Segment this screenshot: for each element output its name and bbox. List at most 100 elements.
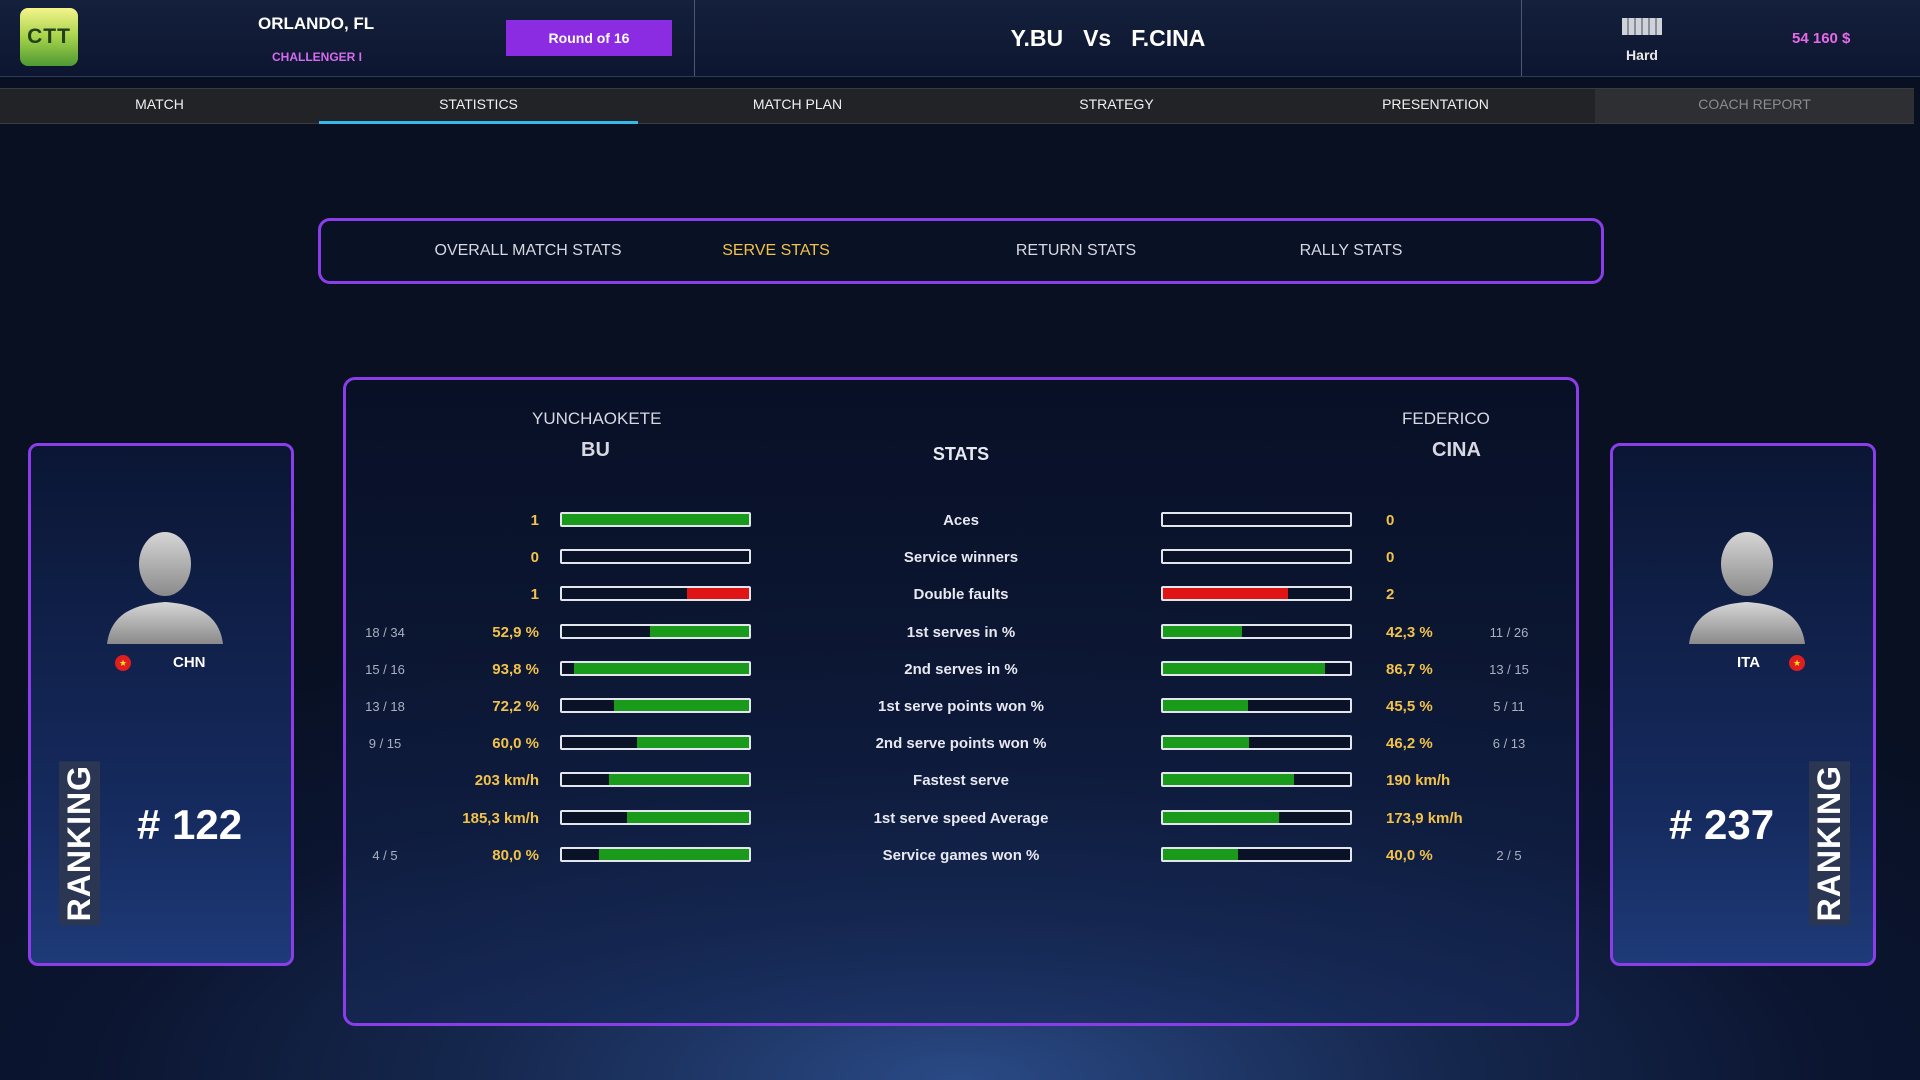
right-stat-value: 2 xyxy=(1386,586,1395,604)
left-stat-bar xyxy=(560,809,751,825)
right-stat-bar xyxy=(1161,698,1352,713)
right-stat-bar xyxy=(1161,735,1352,751)
stat-label: Service games won % xyxy=(882,846,1040,864)
china-flag-icon: ★ xyxy=(115,655,131,671)
left-stat-bar-fill xyxy=(573,662,749,674)
stats-header: STATS xyxy=(932,444,990,464)
tournament-level: CHALLENGER I xyxy=(272,50,362,64)
right-stat-bar-fill xyxy=(1163,662,1326,674)
right-stat-value: 42,3 % xyxy=(1386,623,1433,641)
stat-row: 1 Double faults 2 xyxy=(346,586,1576,606)
left-stat-bar xyxy=(560,698,751,713)
right-stat-value: 190 km/h xyxy=(1386,772,1451,790)
stat-row: 13 / 18 72,2 % 1st serve points won % 45,5 … xyxy=(346,698,1576,718)
game-logo: CTT xyxy=(20,8,78,66)
right-player-last-name: CINA xyxy=(1432,439,1481,461)
player-card-left: ★ CHN RANKING # 122 xyxy=(28,443,294,966)
right-stat-value: 46,2 % xyxy=(1386,735,1433,753)
player-left-short-name: Y.BU xyxy=(1010,24,1064,51)
stat-label: 1st serves in % xyxy=(906,623,1016,641)
right-stat-bar xyxy=(1161,846,1352,862)
player-avatar-icon xyxy=(1689,532,1805,644)
right-stat-bar xyxy=(1161,772,1352,788)
left-stat-value: 93,8 % xyxy=(492,660,539,678)
tournament-city: ORLANDO, FL xyxy=(258,14,375,33)
stat-row: 1 Aces 0 xyxy=(346,512,1576,532)
left-stat-bar xyxy=(560,586,751,602)
left-stat-bar xyxy=(560,772,751,788)
money-balance: 54 160 $ xyxy=(1792,30,1851,47)
left-stat-fraction: 13 / 18 xyxy=(365,699,405,714)
italy-flag-icon: ★ xyxy=(1789,655,1805,671)
player-country: ITA xyxy=(1737,654,1761,671)
player-card-right: ITA ★ # 237 RANKING xyxy=(1610,443,1876,966)
top-bar: CTT ORLANDO, FL CHALLENGER I Round of 16… xyxy=(0,0,1920,77)
left-stat-value: 1 xyxy=(530,586,539,604)
versus-label: Vs xyxy=(1083,24,1112,51)
subtab-serve-stats[interactable]: SERVE STATS xyxy=(701,221,851,281)
left-stat-bar-fill xyxy=(650,625,749,637)
stat-row: 15 / 16 93,8 % 2nd serves in % 86,7 % 13 / 1… xyxy=(346,660,1576,681)
left-stat-fraction: 4 / 5 xyxy=(372,847,398,863)
stat-label: Service winners xyxy=(903,549,1019,567)
stat-label: 1st serve speed Average xyxy=(873,809,1049,827)
right-stat-value: 0 xyxy=(1386,549,1395,567)
right-stat-value: 40,0 % xyxy=(1386,846,1433,864)
tab-statistics[interactable]: STATISTICS xyxy=(319,89,638,124)
right-stat-bar-fill xyxy=(1163,811,1279,823)
stat-row: 185,3 km/h 1st serve speed Average 173,9 k… xyxy=(346,809,1576,830)
player-ranking: # 122 xyxy=(137,801,243,848)
right-stat-bar xyxy=(1161,512,1352,527)
stat-row: 203 km/h Fastest serve 190 km/h xyxy=(346,772,1576,792)
right-stat-value: 86,7 % xyxy=(1386,660,1433,678)
left-stat-bar-fill xyxy=(562,514,749,525)
match-title: Y.BU Vs F.CINA xyxy=(695,0,1521,76)
right-stat-fraction: 6 / 13 xyxy=(1492,736,1526,752)
subtab-overall-match-stats[interactable]: OVERALL MATCH STATS xyxy=(418,221,638,281)
stat-row: 18 / 34 52,9 % 1st serves in % 42,3 % 11 / 2… xyxy=(346,623,1576,644)
right-stat-bar-fill xyxy=(1163,848,1238,860)
right-stat-value: 173,9 km/h xyxy=(1386,809,1463,827)
divider xyxy=(1521,0,1522,76)
player-right-short-name: F.CINA xyxy=(1131,24,1206,51)
right-stat-bar-fill xyxy=(1163,588,1289,600)
left-stat-fraction: 9 / 15 xyxy=(368,736,402,752)
left-stat-bar xyxy=(560,512,751,527)
tab-presentation[interactable]: PRESENTATION xyxy=(1276,89,1595,123)
left-stat-bar xyxy=(560,660,751,676)
subtab-return-stats[interactable]: RETURN STATS xyxy=(1001,221,1151,281)
left-stat-value: 52,9 % xyxy=(492,623,539,641)
stats-subnav: OVERALL MATCH STATS SERVE STATS RETURN S… xyxy=(318,218,1604,284)
round-button[interactable]: Round of 16 xyxy=(506,20,672,56)
left-stat-bar-fill xyxy=(614,700,749,711)
right-stat-value: 0 xyxy=(1386,512,1395,529)
court-surface-icon xyxy=(1622,18,1662,35)
player-avatar-icon xyxy=(107,532,223,644)
stat-label: 1st serve points won % xyxy=(878,698,1044,715)
right-stat-bar xyxy=(1161,623,1352,639)
left-stat-value: 80,0 % xyxy=(492,846,539,864)
right-stat-bar xyxy=(1161,586,1352,602)
left-stat-value: 72,2 % xyxy=(492,698,539,715)
right-stat-bar-fill xyxy=(1163,737,1250,749)
left-stat-bar-fill xyxy=(687,588,749,600)
right-stat-fraction: 5 / 11 xyxy=(1493,699,1525,714)
right-stat-bar-fill xyxy=(1163,625,1243,637)
ranking-label: RANKING xyxy=(59,761,100,926)
right-stat-fraction: 2 / 5 xyxy=(1496,847,1522,863)
tab-strategy[interactable]: STRATEGY xyxy=(957,89,1276,123)
left-player-first-name: YUNCHAOKETE xyxy=(532,409,662,428)
stat-label: 2nd serve points won % xyxy=(875,735,1047,753)
right-stat-bar xyxy=(1161,809,1352,825)
tab-match-plan[interactable]: MATCH PLAN xyxy=(638,89,957,123)
right-stat-bar xyxy=(1161,660,1352,676)
tab-match[interactable]: MATCH xyxy=(0,89,319,123)
main-tabs: MATCH STATISTICS MATCH PLAN STRATEGY PRE… xyxy=(0,88,1914,124)
left-stat-value: 60,0 % xyxy=(492,735,539,753)
stat-row: 4 / 5 80,0 % Service games won % 40,0 % 2 / … xyxy=(346,846,1576,867)
player-ranking: # 237 xyxy=(1669,801,1775,848)
ranking-label: RANKING xyxy=(1809,761,1850,926)
left-stat-bar-fill xyxy=(608,774,749,786)
subtab-rally-stats[interactable]: RALLY STATS xyxy=(1276,221,1426,281)
left-stat-value: 1 xyxy=(530,512,539,529)
